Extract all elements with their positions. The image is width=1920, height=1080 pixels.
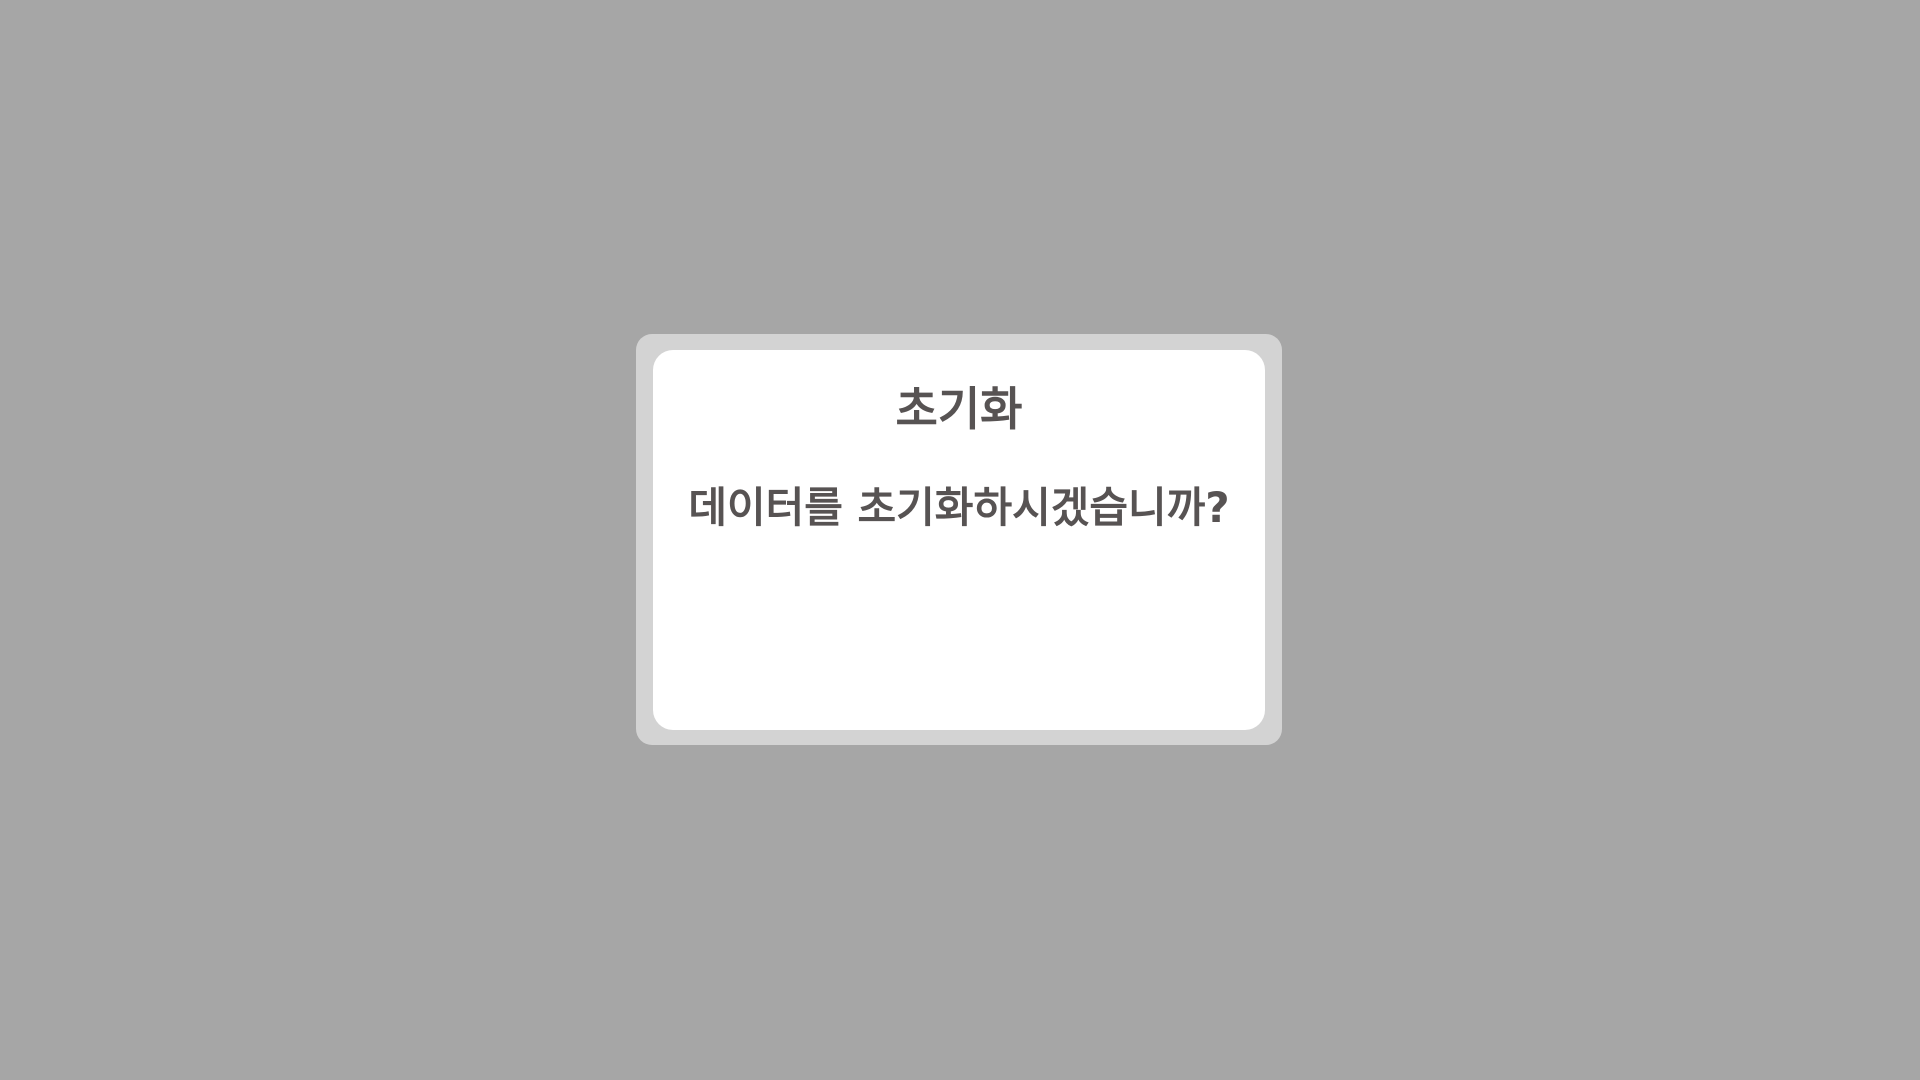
- dialog-title: 초기화: [895, 382, 1023, 436]
- dialog-message: 데이터를 초기화하시겠습니까?: [688, 483, 1230, 532]
- reset-dialog: 초기화 데이터를 초기화하시겠습니까?: [636, 334, 1282, 745]
- dialog-content-panel: 초기화 데이터를 초기화하시겠습니까?: [653, 350, 1265, 730]
